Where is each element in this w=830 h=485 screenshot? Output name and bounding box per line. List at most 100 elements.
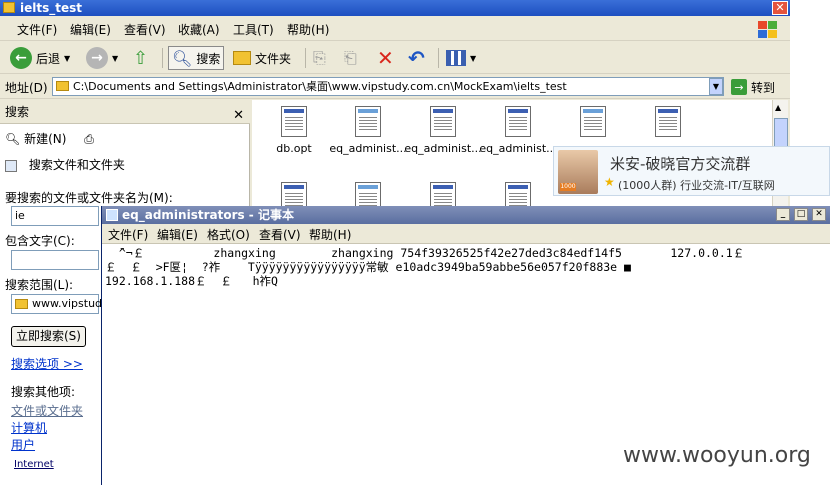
- toolbar: ← 后退 ▼ → ▼ ⇧ 🔍︎ 搜索 文件夹 ⎘ ⎗ ✕ ↶ ▼: [0, 42, 790, 74]
- name-input[interactable]: ie: [11, 206, 99, 226]
- copy-to-button[interactable]: ⎗: [344, 46, 357, 70]
- other-item-files[interactable]: 文件或文件夹: [11, 402, 83, 419]
- close-icon[interactable]: ✕: [233, 104, 244, 128]
- notepad-icon: [106, 209, 118, 221]
- chevron-down-icon: ▼: [64, 53, 71, 63]
- notepad-title: eq_administrators - 记事本: [122, 208, 294, 222]
- qq-group-title: 米安-破晓官方交流群: [610, 155, 751, 173]
- name-label: 要搜索的文件或文件夹名为(M):: [5, 191, 173, 205]
- content-label: 包含文字(C):: [5, 234, 75, 248]
- search-icon: 🔍︎: [172, 48, 193, 68]
- menu-file[interactable]: 文件(F): [17, 21, 57, 38]
- other-label: 搜索其他项:: [11, 385, 76, 399]
- address-label: 地址(D): [5, 81, 48, 95]
- close-icon[interactable]: ✕: [772, 1, 788, 15]
- folder-icon: [56, 81, 69, 91]
- views-icon: [446, 50, 466, 66]
- find-files-label: 搜索文件和文件夹: [28, 158, 125, 172]
- internet-link[interactable]: Internet: [14, 459, 54, 470]
- file-label[interactable]: db.opt: [252, 142, 336, 155]
- menu-favorites[interactable]: 收藏(A): [178, 21, 220, 38]
- undo-icon: ↶: [408, 46, 425, 70]
- scope-select[interactable]: www.vipstudy: [11, 294, 109, 314]
- print-icon[interactable]: ⎙: [84, 132, 94, 146]
- member-count-badge: 1000: [560, 183, 576, 191]
- windows-logo-icon: [756, 19, 778, 39]
- back-button[interactable]: ← 后退 ▼: [10, 46, 70, 70]
- other-item-users[interactable]: 用户: [11, 436, 35, 453]
- menu-help[interactable]: 帮助(H): [309, 226, 351, 243]
- file-icon[interactable]: [281, 106, 307, 137]
- move-to-icon: ⎘: [313, 48, 326, 67]
- file-label[interactable]: eq_administ...: [476, 142, 560, 155]
- search-icon: 🔍︎: [5, 132, 21, 146]
- menu-help[interactable]: 帮助(H): [287, 21, 329, 38]
- chevron-down-icon: ▼: [470, 53, 477, 63]
- toolbar-divider: [438, 48, 439, 68]
- qq-group-subtitle: (1000人群) 行业交流-IT/互联网: [618, 179, 775, 192]
- search-options-link[interactable]: 搜索选项 >>: [11, 355, 83, 372]
- address-input[interactable]: C:\Documents and Settings\Administrator\…: [52, 77, 724, 96]
- other-item-computer[interactable]: 计算机: [11, 419, 47, 436]
- find-files-link[interactable]: 搜索文件和文件夹: [5, 156, 125, 173]
- document-icon[interactable]: [580, 106, 606, 137]
- folders-label: 文件夹: [255, 51, 292, 66]
- new-search-button[interactable]: 🔍︎ 新建(N) ⎙: [5, 130, 94, 147]
- copy-to-icon: ⎗: [344, 48, 357, 67]
- move-to-button[interactable]: ⎘: [313, 46, 326, 70]
- menu-edit[interactable]: 编辑(E): [70, 21, 111, 38]
- scroll-up-icon[interactable]: ▲: [775, 103, 781, 112]
- delete-x-icon: ✕: [377, 46, 394, 70]
- menu-edit[interactable]: 编辑(E): [157, 226, 198, 243]
- go-button[interactable]: → 转到: [731, 77, 775, 97]
- file-icon[interactable]: [430, 106, 456, 137]
- folders-icon: [233, 51, 251, 65]
- file-icon[interactable]: [655, 106, 681, 137]
- toolbar-divider: [162, 48, 163, 68]
- toolbar-divider: [305, 48, 306, 68]
- folder-icon: [3, 2, 15, 13]
- file-label[interactable]: eq_administ...: [326, 142, 410, 155]
- folders-button[interactable]: 文件夹: [233, 46, 291, 70]
- menu-bar: 文件(F) 编辑(E) 查看(V) 收藏(A) 工具(T) 帮助(H): [0, 17, 790, 41]
- up-folder-button[interactable]: ⇧: [133, 46, 148, 70]
- star-icon: ★: [604, 175, 615, 189]
- file-icon[interactable]: [505, 106, 531, 137]
- address-dropdown-button[interactable]: ▼: [709, 78, 723, 95]
- maximize-icon[interactable]: □: [794, 208, 808, 221]
- up-folder-icon: ⇧: [133, 47, 149, 69]
- content-input[interactable]: [11, 250, 99, 270]
- notepad-menu-bar: 文件(F) 编辑(E) 格式(O) 查看(V) 帮助(H): [102, 224, 830, 244]
- minimize-icon[interactable]: _: [776, 208, 790, 221]
- views-button[interactable]: ▼: [446, 46, 476, 70]
- explorer-title: ielts_test: [20, 1, 82, 15]
- search-now-button[interactable]: 立即搜索(S): [11, 326, 86, 347]
- back-arrow-icon: ←: [10, 47, 32, 69]
- scope-label: 搜索范围(L):: [5, 278, 74, 292]
- address-bar: 地址(D) C:\Documents and Settings\Administ…: [0, 75, 790, 99]
- address-path: C:\Documents and Settings\Administrator\…: [73, 80, 567, 93]
- notepad-title-bar: eq_administrators - 记事本 _ □ ✕: [102, 206, 830, 224]
- folder-icon: [15, 299, 28, 309]
- new-search-label: 新建(N): [24, 132, 67, 146]
- menu-file[interactable]: 文件(F): [108, 226, 148, 243]
- close-icon[interactable]: ✕: [812, 208, 826, 221]
- menu-format[interactable]: 格式(O): [207, 226, 250, 243]
- menu-tools[interactable]: 工具(T): [233, 21, 274, 38]
- scope-value: www.vipstudy: [32, 297, 109, 310]
- menu-view[interactable]: 查看(V): [124, 21, 166, 38]
- watermark: www.wooyun.org: [623, 443, 811, 468]
- forward-button[interactable]: → ▼: [86, 46, 118, 70]
- explorer-title-bar: ielts_test: [0, 0, 790, 16]
- search-button[interactable]: 🔍︎ 搜索: [168, 46, 225, 70]
- search-label: 搜索: [196, 51, 221, 66]
- undo-button[interactable]: ↶: [408, 46, 425, 70]
- go-arrow-icon: →: [731, 79, 747, 95]
- search-pane-header: 搜索 ✕: [0, 100, 250, 124]
- document-icon[interactable]: [355, 106, 381, 137]
- menu-view[interactable]: 查看(V): [259, 226, 301, 243]
- file-label[interactable]: eq_administ...: [401, 142, 485, 155]
- forward-arrow-icon: →: [86, 47, 108, 69]
- delete-button[interactable]: ✕: [377, 46, 394, 70]
- qq-group-popup[interactable]: 1000 米安-破晓官方交流群 ★ (1000人群) 行业交流-IT/互联网: [553, 146, 830, 196]
